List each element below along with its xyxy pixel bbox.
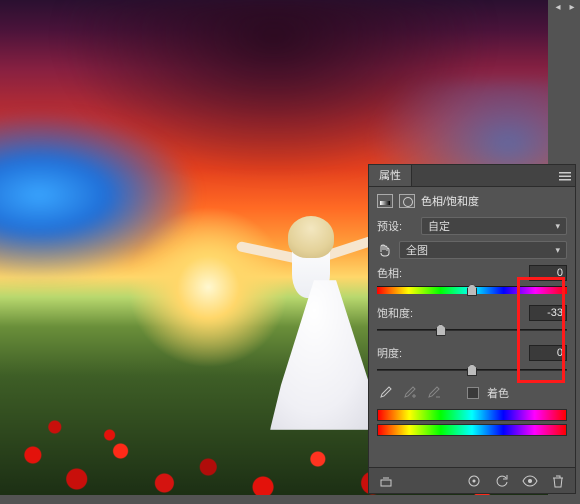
colorize-label: 着色 (487, 385, 509, 401)
panel-menu-icon (559, 171, 571, 181)
adjustment-type-icon (377, 194, 393, 208)
eyedropper-icon[interactable] (377, 385, 393, 401)
hue-label: 色相: (377, 265, 402, 281)
channel-value: 全图 (406, 242, 428, 258)
lightness-slider-row: 明度: (377, 345, 567, 375)
view-previous-icon[interactable] (465, 472, 483, 490)
colorize-checkbox[interactable] (467, 387, 479, 399)
visibility-icon[interactable] (521, 472, 539, 490)
lightness-input[interactable] (529, 345, 567, 361)
adjustment-title: 色相/饱和度 (421, 193, 479, 209)
target-adjust-icon[interactable] (377, 242, 393, 258)
channel-select[interactable]: 全图 ▾ (399, 241, 567, 259)
saturation-input[interactable] (529, 305, 567, 321)
saturation-thumb[interactable] (436, 324, 446, 336)
reset-icon[interactable] (493, 472, 511, 490)
collapse-panels-right-icon[interactable]: ▸ (566, 2, 578, 14)
mask-icon[interactable] (399, 194, 415, 208)
hue-input[interactable] (529, 265, 567, 281)
saturation-label: 饱和度: (377, 305, 413, 321)
panel-tab-properties[interactable]: 属性 (369, 165, 412, 186)
sky-blue-left (0, 110, 200, 280)
panel-body: 色相/饱和度 预设: 自定 ▾ 全图 ▾ 色相: (369, 187, 575, 467)
saturation-slider-row: 饱和度: (377, 305, 567, 335)
clip-to-layer-icon[interactable] (377, 472, 395, 490)
panel-footer (369, 467, 575, 493)
output-spectrum[interactable] (377, 424, 567, 436)
preset-value: 自定 (428, 218, 450, 234)
lightness-thumb[interactable] (467, 364, 477, 376)
lightness-label: 明度: (377, 345, 402, 361)
preset-label: 预设: (377, 218, 415, 234)
panel-tabbar: 属性 (369, 165, 575, 187)
hue-slider[interactable] (377, 285, 567, 295)
eyedropper-plus-icon[interactable] (401, 385, 417, 401)
preset-select[interactable]: 自定 ▾ (421, 217, 567, 235)
chevron-down-icon: ▾ (555, 245, 560, 256)
hue-slider-row: 色相: (377, 265, 567, 295)
panel-menu-button[interactable] (555, 165, 575, 186)
chevron-down-icon: ▾ (555, 221, 560, 232)
trash-icon[interactable] (549, 472, 567, 490)
collapse-panels-left-icon[interactable]: ◂ (552, 2, 564, 14)
input-spectrum[interactable] (377, 409, 567, 421)
properties-panel: 属性 色相/饱和度 预设: 自定 ▾ 全 (368, 164, 576, 494)
saturation-slider[interactable] (377, 325, 567, 335)
lightness-slider[interactable] (377, 365, 567, 375)
eyedropper-minus-icon[interactable] (425, 385, 441, 401)
